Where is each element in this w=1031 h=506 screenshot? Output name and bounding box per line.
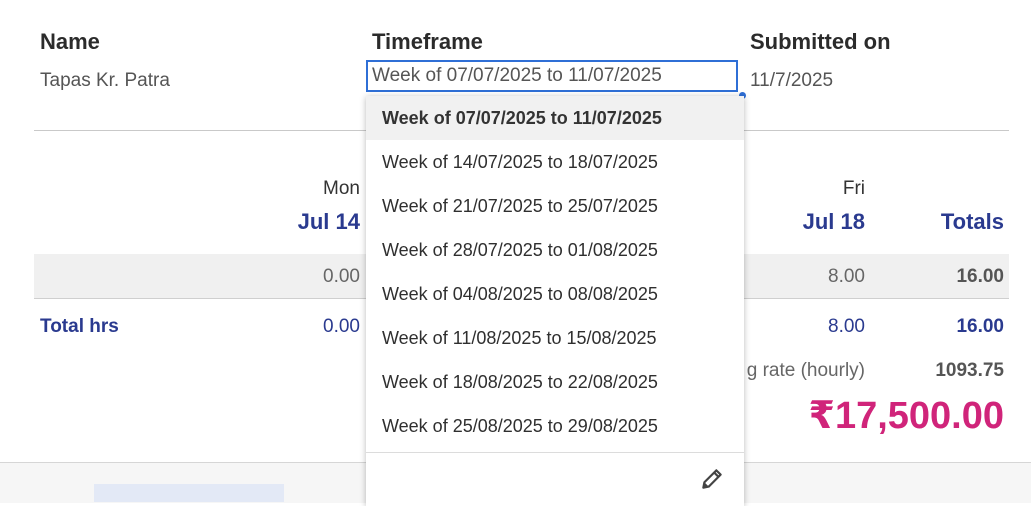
col-totals: Totals (940, 209, 1004, 234)
total-amount: ₹17,500.00 (808, 395, 1005, 437)
timeframe-option[interactable]: Week of 18/08/2025 to 22/08/2025 (366, 360, 744, 404)
timeframe-label: Timeframe (372, 29, 483, 54)
timeframe-option[interactable]: Week of 25/08/2025 to 29/08/2025 (366, 404, 744, 448)
timeframe-option[interactable]: Week of 07/07/2025 to 11/07/2025 (366, 96, 744, 140)
total-mon-value: 0.00 (323, 316, 360, 337)
timeframe-option[interactable]: Week of 14/07/2025 to 18/07/2025 (366, 140, 744, 184)
col-mon-date: Jul 14 (297, 209, 360, 234)
name-label: Name (40, 29, 100, 54)
dropdown-divider (366, 452, 744, 453)
col-mon-day: Mon (323, 178, 360, 199)
timeframe-option[interactable]: Week of 04/08/2025 to 08/08/2025 (366, 272, 744, 316)
total-fri-value: 8.00 (828, 316, 865, 337)
timeframe-input[interactable] (366, 60, 738, 92)
timeframe-dropdown: Week of 07/07/2025 to 11/07/2025 Week of… (366, 96, 744, 506)
timeframe-option[interactable]: Week of 28/07/2025 to 01/08/2025 (366, 228, 744, 272)
row-total-value: 16.00 (956, 266, 1004, 287)
submitted-on-value: 11/7/2025 (750, 70, 834, 91)
timeframe-option[interactable]: Week of 21/07/2025 to 25/07/2025 (366, 184, 744, 228)
tab-active[interactable] (94, 484, 284, 502)
col-fri-date: Jul 18 (802, 209, 865, 234)
pencil-icon[interactable] (699, 466, 725, 492)
total-hrs-label: Total hrs (40, 316, 119, 337)
total-hrs-value: 16.00 (956, 316, 1004, 337)
timeframe-option[interactable]: Week of 11/08/2025 to 15/08/2025 (366, 316, 744, 360)
submitted-on-label: Submitted on (750, 29, 891, 54)
rate-label: g rate (hourly) (746, 360, 865, 381)
row-mon-value: 0.00 (323, 266, 360, 287)
col-fri-day: Fri (842, 178, 865, 199)
rate-value: 1093.75 (935, 360, 1004, 381)
row-fri-value: 8.00 (828, 266, 865, 287)
name-value: Tapas Kr. Patra (40, 70, 170, 91)
